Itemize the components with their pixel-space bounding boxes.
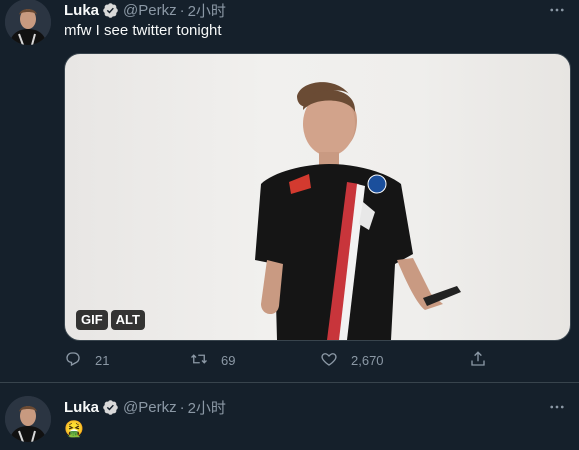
tweet-header: Luka @Perkz · 2小时 bbox=[64, 397, 226, 417]
reply-button[interactable]: 21 bbox=[64, 350, 109, 371]
tweet[interactable]: Luka @Perkz · 2小时 mfw I see twitter toni… bbox=[0, 0, 579, 383]
share-button[interactable] bbox=[469, 350, 487, 371]
gif-badge: GIF bbox=[76, 310, 108, 330]
author-handle[interactable]: @Perkz bbox=[123, 399, 177, 416]
separator-dot: · bbox=[179, 398, 185, 416]
tweet-actions: 21 69 2,670 bbox=[64, 350, 504, 372]
retweet-icon bbox=[190, 350, 208, 371]
verified-icon bbox=[102, 2, 119, 19]
retweet-count: 69 bbox=[221, 353, 236, 368]
tweet[interactable]: Luka @Perkz · 2小时 🤮 bbox=[0, 383, 579, 450]
reply-count: 21 bbox=[95, 353, 110, 368]
author-name[interactable]: Luka bbox=[64, 399, 99, 416]
like-count: 2,670 bbox=[351, 353, 384, 368]
author-handle[interactable]: @Perkz bbox=[123, 2, 177, 19]
timestamp[interactable]: 2小时 bbox=[188, 0, 226, 21]
retweet-button[interactable]: 69 bbox=[190, 350, 235, 371]
avatar[interactable] bbox=[5, 0, 51, 45]
gif-frame bbox=[255, 82, 461, 340]
like-icon bbox=[320, 350, 338, 371]
more-icon[interactable] bbox=[547, 0, 567, 20]
tweet-text: mfw I see twitter tonight bbox=[64, 22, 222, 39]
more-icon[interactable] bbox=[547, 397, 567, 417]
verified-icon bbox=[102, 399, 119, 416]
tweet-media-gif[interactable]: GIF ALT bbox=[64, 53, 571, 341]
media-badges: GIF ALT bbox=[76, 310, 145, 330]
share-icon bbox=[469, 350, 487, 371]
tweet-text: 🤮 bbox=[64, 421, 84, 438]
reply-icon bbox=[64, 350, 82, 371]
author-name[interactable]: Luka bbox=[64, 2, 99, 19]
timestamp[interactable]: 2小时 bbox=[188, 397, 226, 418]
avatar[interactable] bbox=[5, 396, 51, 442]
separator-dot: · bbox=[179, 1, 185, 19]
like-button[interactable]: 2,670 bbox=[320, 350, 384, 371]
tweet-header: Luka @Perkz · 2小时 bbox=[64, 0, 226, 20]
alt-badge[interactable]: ALT bbox=[110, 310, 145, 330]
